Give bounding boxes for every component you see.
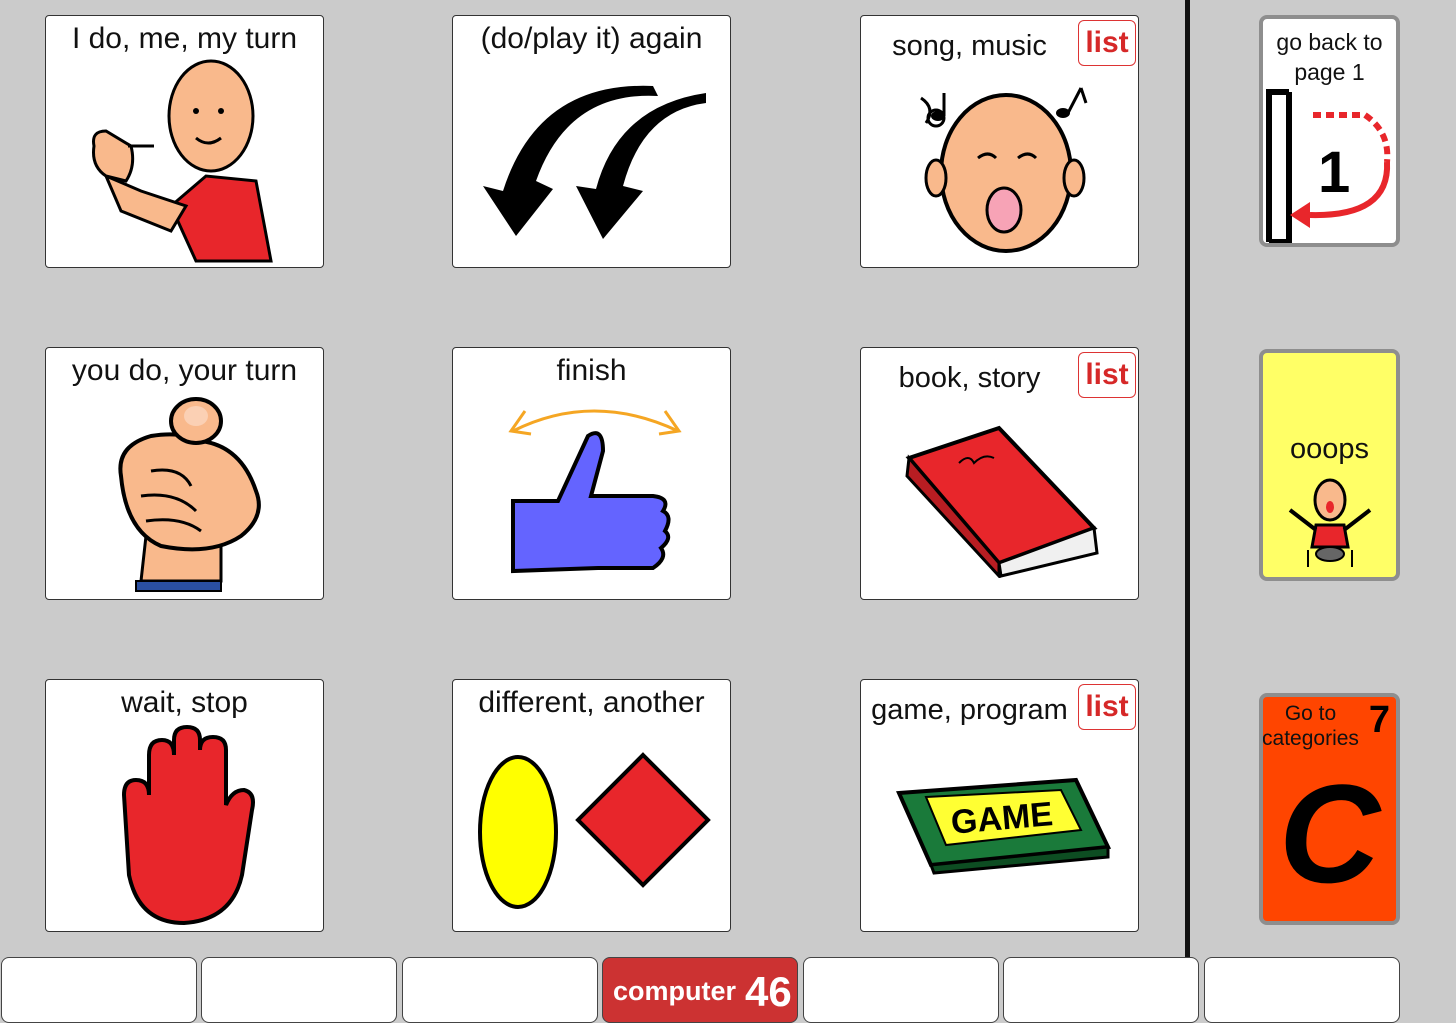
bottom-slot-7[interactable] [1204,957,1400,1023]
go-back-line1: go back to [1276,29,1383,55]
computer-page-tab[interactable]: computer 46 [602,957,798,1023]
categories-line2: categories [1262,727,1359,750]
pointing-hand-icon [118,397,261,592]
card-label: you do, your turn [71,354,298,387]
categories-letter: C [1278,755,1381,912]
card-wait-stop[interactable]: wait, stop [45,679,324,932]
page-number: 1 [1318,140,1350,205]
oops-figure-icon [1288,478,1372,567]
card-book-story[interactable]: book, story list [860,347,1139,600]
singing-face-icon [920,87,1088,253]
computer-tab-number: 46 [745,968,792,1015]
bottom-slot-6[interactable] [1003,957,1199,1023]
card-label: wait, stop [121,686,248,719]
card-your-turn[interactable]: you do, your turn [45,347,324,600]
card-label: book, story [898,362,1041,394]
bottom-slot-2[interactable] [201,957,397,1023]
oops-label: ooops [1289,433,1369,465]
card-label: game, program [871,694,1068,726]
go-back-page1-button[interactable]: go back to page 1 1 [1259,15,1400,247]
bottom-slot-3[interactable] [402,957,598,1023]
bottom-slot-5[interactable] [803,957,999,1023]
card-label: different, another [478,686,705,719]
categories-page-number: 7 [1368,699,1390,741]
thumbs-up-icon [508,409,682,574]
my-turn-icon [92,59,273,263]
card-different[interactable]: different, another [452,679,731,932]
stop-hand-icon [121,725,255,926]
list-badge[interactable]: list [1078,20,1136,66]
card-song-music[interactable]: song, music list [860,15,1139,268]
game-box-icon: GAME [896,777,1111,875]
list-badge[interactable]: list [1078,352,1136,398]
oops-button[interactable]: ooops [1259,349,1400,581]
card-label: finish [556,354,627,387]
computer-tab-label: computer [613,976,737,1006]
card-finish[interactable]: finish [452,347,731,600]
card-label: (do/play it) again [480,22,703,55]
page-return-icon: 1 [1266,89,1391,243]
card-game-program[interactable]: game, program list GAME [860,679,1139,932]
categories-line1: Go to [1284,702,1337,725]
list-badge[interactable]: list [1078,684,1136,730]
bottom-slot-1[interactable] [1,957,197,1023]
vertical-divider [1185,0,1190,958]
card-again[interactable]: (do/play it) again [452,15,731,268]
go-back-line2: page 1 [1294,59,1365,85]
card-label: I do, me, my turn [71,22,298,55]
go-to-categories-button[interactable]: Go to categories 7 C [1259,693,1400,925]
card-my-turn[interactable]: I do, me, my turn [45,15,324,268]
card-label: song, music [892,30,1047,62]
book-icon [905,425,1099,578]
curved-arrows-icon [483,85,706,239]
shapes-icon [478,752,711,909]
